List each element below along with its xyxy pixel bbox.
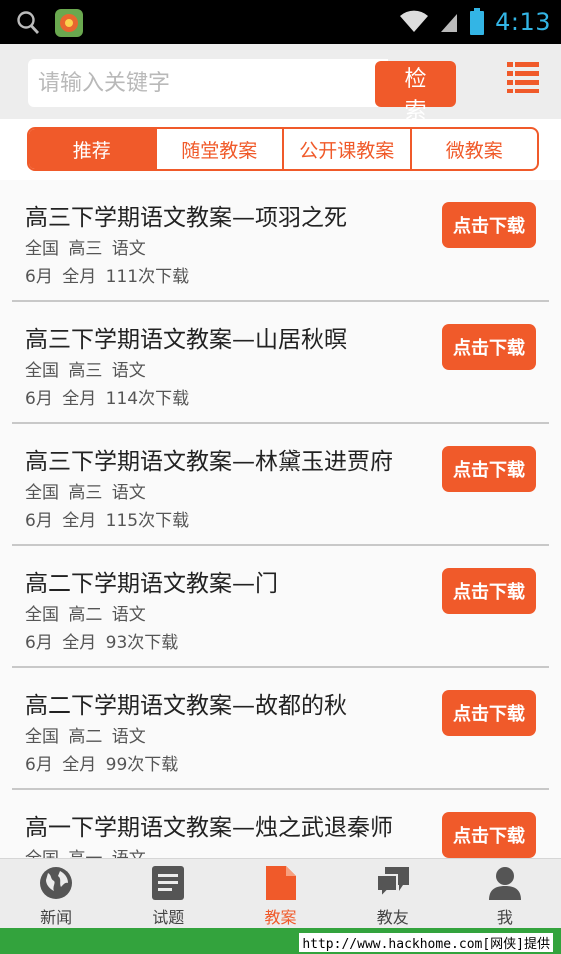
notepad-icon [152,866,185,900]
item-stats: 6月 全月 114次下载 [25,389,190,409]
item-title: 高二下学期语文教案—故都的秋 [25,693,347,719]
list-item[interactable]: 高一下学期语文教案—烛之武退秦师 全国 高一 语文 点击下载 [12,790,549,858]
signal-icon [441,14,458,32]
item-title: 高三下学期语文教案—项羽之死 [25,205,347,231]
nav-item-exercises[interactable]: 试题 [112,859,224,928]
item-tags: 全国 高二 语文 [25,727,146,747]
tab-micro-plans[interactable]: 微教案 [409,129,538,169]
chat-bubbles-icon [375,867,409,900]
watermark-bar: http://www.hackhome.com[网侠]提供 [0,928,561,954]
nav-label: 试题 [152,908,185,927]
search-icon [17,11,40,34]
item-title: 高三下学期语文教案—山居秋暝 [25,327,347,353]
list-item[interactable]: 高三下学期语文教案—项羽之死 全国 高三 语文 6月 全月 111次下载 点击下… [12,180,549,302]
list-item[interactable]: 高三下学期语文教案—山居秋暝 全国 高三 语文 6月 全月 114次下载 点击下… [12,302,549,424]
wifi-icon [400,10,429,32]
download-button[interactable]: 点击下载 [442,812,536,858]
list-item[interactable]: 高三下学期语文教案—林黛玉进贾府 全国 高三 语文 6月 全月 115次下载 点… [12,424,549,546]
watermark-text: http://www.hackhome.com[网侠]提供 [299,933,553,952]
search-input[interactable] [28,59,388,107]
nav-item-lesson-plans[interactable]: 教案 [224,859,336,928]
download-button[interactable]: 点击下载 [442,446,536,492]
item-tags: 全国 高三 语文 [25,361,146,381]
item-stats: 6月 全月 111次下载 [25,267,190,287]
item-tags: 全国 高二 语文 [25,605,146,625]
tab-recommended[interactable]: 推荐 [29,129,155,169]
search-button[interactable]: 检 索 [375,61,456,124]
download-button[interactable]: 点击下载 [442,690,536,736]
tab-classroom-plans[interactable]: 随堂教案 [154,129,283,169]
item-stats: 6月 全月 93次下载 [25,633,179,653]
item-stats: 6月 全月 99次下载 [25,755,179,775]
tab-open-class-plans[interactable]: 公开课教案 [282,129,410,169]
nav-label: 教案 [264,908,297,927]
user-icon [488,867,521,900]
search-bar: 检 索 [28,59,456,124]
status-clock: 4:13 [495,8,551,36]
nav-item-news[interactable]: 新闻 [0,859,112,928]
item-tags: 全国 高一 语文 [25,844,146,858]
download-button[interactable]: 点击下载 [442,202,536,248]
download-button[interactable]: 点击下载 [442,324,536,370]
nav-label: 我 [496,908,513,927]
nav-item-friends[interactable]: 教友 [337,859,449,928]
lesson-plan-list[interactable]: 高三下学期语文教案—项羽之死 全国 高三 语文 6月 全月 111次下载 点击下… [0,180,561,858]
search-header: 检 索 [0,44,561,124]
list-item[interactable]: 高二下学期语文教案—故都的秋 全国 高二 语文 6月 全月 99次下载 点击下载 [12,668,549,790]
status-bar: 4:13 [0,0,561,44]
globe-icon [40,867,73,899]
item-title: 高一下学期语文教案—烛之武退秦师 [25,815,393,841]
item-tags: 全国 高三 语文 [25,239,146,259]
document-icon [265,866,296,900]
nav-label: 新闻 [40,908,73,927]
item-title: 高二下学期语文教案—门 [25,571,278,597]
bottom-nav: 新闻 试题 教案 教友 我 [0,858,561,928]
app-launcher-icon [55,9,83,37]
nav-label: 教友 [376,908,409,927]
list-item[interactable]: 高二下学期语文教案—门 全国 高二 语文 6月 全月 93次下载 点击下载 [12,546,549,668]
battery-icon [470,8,485,35]
item-stats: 6月 全月 115次下载 [25,511,190,531]
category-tabs: 推荐 随堂教案 公开课教案 微教案 [27,127,539,171]
nav-item-me[interactable]: 我 [449,859,561,928]
item-title: 高三下学期语文教案—林黛玉进贾府 [25,449,393,475]
item-tags: 全国 高三 语文 [25,483,146,503]
list-menu-icon[interactable] [505,59,541,95]
download-button[interactable]: 点击下载 [442,568,536,614]
